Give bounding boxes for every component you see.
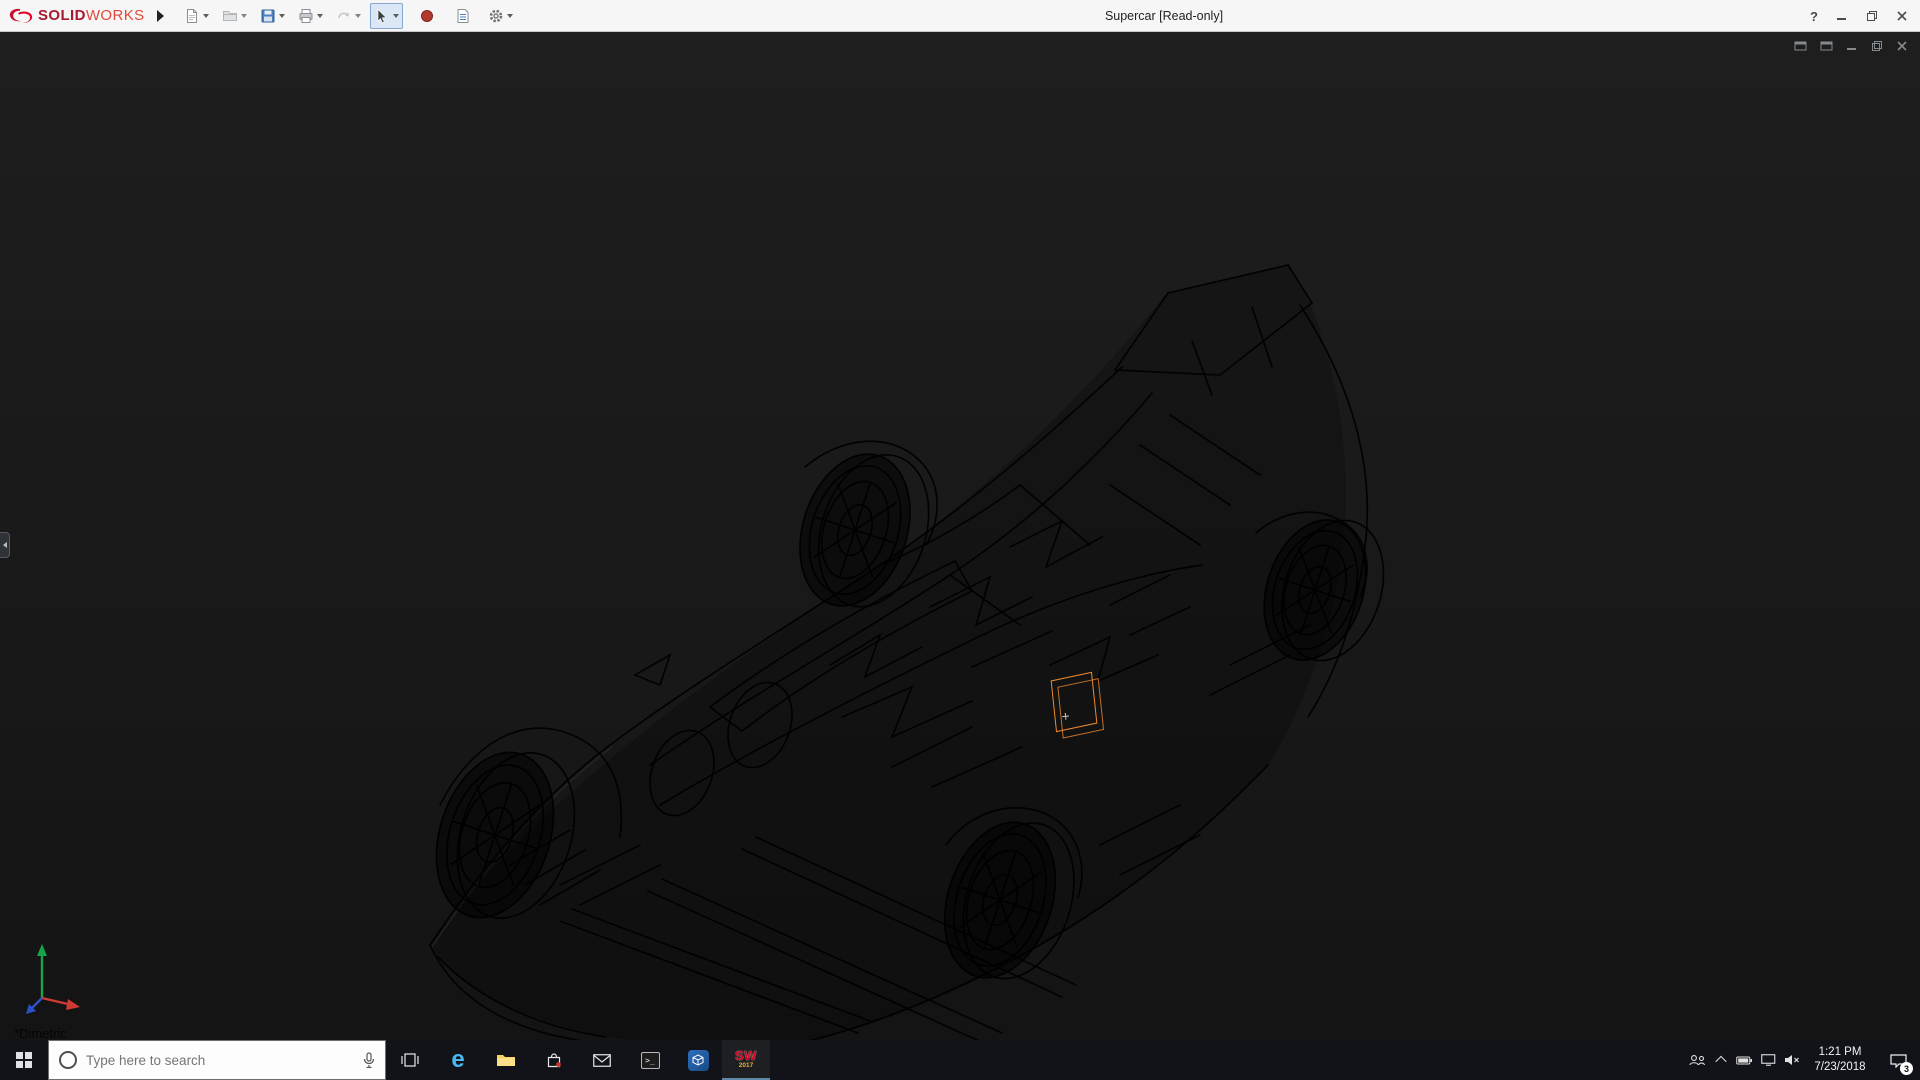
record-macro-icon <box>420 9 434 23</box>
orientation-triad-icon <box>22 940 86 1016</box>
windows-logo-icon <box>16 1052 32 1068</box>
edge-icon: e <box>451 1046 464 1074</box>
search-input[interactable] <box>86 1053 354 1068</box>
clock-time: 1:21 PM <box>1819 1045 1862 1060</box>
wireframe-car-model <box>410 245 1410 1040</box>
menu-flyout-arrow-icon[interactable] <box>157 10 164 22</box>
document-window-controls <box>1794 40 1908 52</box>
cube-app-icon <box>688 1050 709 1071</box>
solidworks-logo: SOLIDWORKS <box>0 7 145 25</box>
network-display-icon <box>1761 1054 1776 1066</box>
print-button[interactable] <box>294 3 327 29</box>
close-button[interactable] <box>1896 10 1908 22</box>
record-macro-button[interactable] <box>416 3 438 29</box>
file-explorer-button[interactable] <box>482 1040 530 1080</box>
doc-restore-button[interactable] <box>1871 40 1883 52</box>
doc-window-icon[interactable] <box>1794 40 1807 51</box>
system-tray: 1:21 PM 7/23/2018 3 <box>1684 1040 1920 1080</box>
chevron-up-icon <box>1715 1056 1726 1067</box>
options-button[interactable] <box>484 3 517 29</box>
command-prompt-icon: >_ <box>641 1052 660 1069</box>
ds-logo-icon <box>8 7 34 25</box>
store-bag-icon <box>546 1052 562 1068</box>
window-controls: ? <box>1798 0 1920 32</box>
open-folder-icon <box>222 8 238 24</box>
notification-badge: 3 <box>1900 1062 1913 1075</box>
options-gear-icon <box>488 8 504 24</box>
people-icon <box>1688 1054 1706 1066</box>
cursor-crosshair: + <box>1061 709 1071 724</box>
open-button[interactable] <box>218 3 251 29</box>
undo-caret-icon[interactable] <box>355 14 361 18</box>
selection-box: + <box>1050 674 1097 730</box>
volume-button[interactable] <box>1780 1040 1804 1080</box>
print-icon <box>298 8 314 24</box>
taskbar-clock[interactable]: 1:21 PM 7/23/2018 <box>1804 1045 1876 1075</box>
microphone-icon[interactable] <box>363 1052 375 1068</box>
solidworks-2017-button[interactable]: SW 2017 <box>722 1040 770 1080</box>
battery-icon <box>1736 1056 1753 1065</box>
mail-envelope-icon <box>593 1054 611 1067</box>
save-floppy-icon <box>260 8 276 24</box>
new-document-caret-icon[interactable] <box>203 14 209 18</box>
network-button[interactable] <box>1756 1040 1780 1080</box>
cortana-icon <box>59 1051 77 1069</box>
doc-close-button[interactable] <box>1896 40 1908 52</box>
edge-browser-button[interactable]: e <box>434 1040 482 1080</box>
minimize-button[interactable] <box>1836 10 1848 22</box>
action-center-button[interactable]: 3 <box>1876 1040 1920 1080</box>
print-caret-icon[interactable] <box>317 14 323 18</box>
solidworks-2017-icon: SW 2017 <box>735 1049 757 1070</box>
file-properties-icon <box>455 8 471 24</box>
new-document-icon <box>184 8 200 24</box>
file-properties-button[interactable] <box>451 3 475 29</box>
select-cursor-icon <box>374 8 390 24</box>
select-button[interactable] <box>370 3 403 29</box>
save-caret-icon[interactable] <box>279 14 285 18</box>
window-title: Supercar [Read-only] <box>1105 0 1223 32</box>
doc-minimize-button[interactable] <box>1846 40 1858 52</box>
start-button[interactable] <box>0 1040 48 1080</box>
undo-icon <box>336 8 352 24</box>
volume-muted-icon <box>1784 1054 1800 1066</box>
save-button[interactable] <box>256 3 289 29</box>
clock-date: 7/23/2018 <box>1814 1060 1865 1075</box>
help-button[interactable]: ? <box>1810 9 1818 24</box>
undo-button[interactable] <box>332 3 365 29</box>
taskpane-collapse-tab[interactable] <box>0 532 10 558</box>
battery-button[interactable] <box>1732 1040 1756 1080</box>
task-view-button[interactable] <box>386 1040 434 1080</box>
options-caret-icon[interactable] <box>507 14 513 18</box>
hidden-icons-button[interactable] <box>1710 1040 1732 1080</box>
chevron-left-icon <box>3 542 7 548</box>
doc-window-icon[interactable] <box>1820 40 1833 51</box>
cube-app-button[interactable] <box>674 1040 722 1080</box>
quick-toolbar <box>180 3 517 29</box>
command-prompt-button[interactable]: >_ <box>626 1040 674 1080</box>
select-caret-icon[interactable] <box>393 14 399 18</box>
taskbar-search[interactable] <box>48 1040 386 1080</box>
people-button[interactable] <box>1684 1040 1710 1080</box>
windows-taskbar: e >_ SW 2017 1: <box>0 1040 1920 1080</box>
graphics-viewport[interactable]: + *Dimetric <box>0 32 1920 1040</box>
restore-button[interactable] <box>1866 10 1878 22</box>
new-document-button[interactable] <box>180 3 213 29</box>
task-view-icon <box>401 1053 419 1067</box>
store-button[interactable] <box>530 1040 578 1080</box>
menu-bar: SOLIDWORKS <box>0 0 1920 32</box>
file-explorer-icon <box>496 1052 516 1068</box>
view-orientation-label: *Dimetric <box>14 1026 67 1040</box>
open-caret-icon[interactable] <box>241 14 247 18</box>
brand-text: SOLIDWORKS <box>38 7 145 24</box>
mail-button[interactable] <box>578 1040 626 1080</box>
